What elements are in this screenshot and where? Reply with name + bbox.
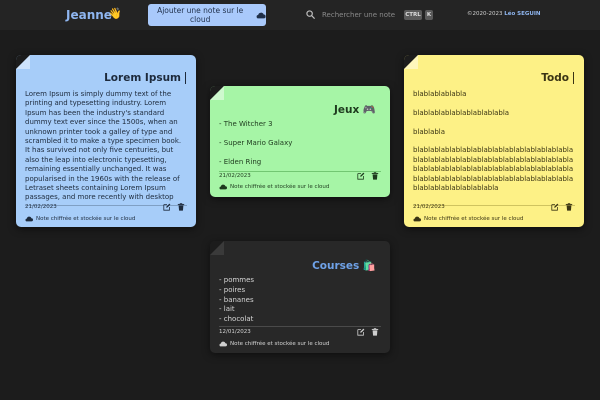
author-link[interactable]: Léo SEGUIN <box>504 11 540 17</box>
note-date: 21/02/2023 <box>25 204 57 210</box>
trash-icon[interactable] <box>565 203 573 211</box>
note-footer: Note chiffrée et stockée sur le cloud <box>25 216 135 222</box>
folded-corner-flap <box>210 86 224 100</box>
cloud-icon <box>219 341 227 347</box>
cloud-status-text: Note chiffrée et stockée sur le cloud <box>230 341 330 347</box>
shortcut-k-key: K <box>425 10 433 20</box>
cloud-icon <box>219 184 227 190</box>
list-item: - pommes <box>219 276 255 284</box>
gamepad-icon: 🎮 <box>362 104 376 116</box>
edit-icon[interactable] <box>163 203 171 211</box>
search-input[interactable] <box>322 9 400 21</box>
note-footer: Note chiffrée et stockée sur le cloud <box>219 184 329 190</box>
note-title-text: Courses <box>312 260 360 272</box>
list-item: - Elden Ring <box>219 157 262 166</box>
note-footer: Note chiffrée et stockée sur le cloud <box>219 341 329 347</box>
add-note-label: Ajouter une note sur le cloud <box>157 6 244 24</box>
list-item: - bananes <box>219 295 254 304</box>
search-icon[interactable] <box>306 10 315 19</box>
brand-name[interactable]: Jeanne <box>66 8 112 22</box>
list-item: - The Witcher 3 <box>219 120 273 128</box>
note-card-jeux[interactable]: Jeux 🎮 - The Witcher 3 - Super Mario Gal… <box>210 86 390 197</box>
note-card-todo[interactable]: Todo blablablablabla blablablablablablab… <box>404 55 584 227</box>
note-date: 21/02/2023 <box>219 173 251 179</box>
list-item: - lait <box>219 305 235 314</box>
trash-icon[interactable] <box>371 328 379 336</box>
note-card-lorem-ipsum[interactable]: Lorem Ipsum Lorem Ipsum is simply dummy … <box>16 55 196 227</box>
paragraph: blablablablablablablablabla <box>413 108 510 117</box>
edit-icon[interactable] <box>357 172 365 180</box>
note-content[interactable]: - The Witcher 3 - Super Mario Galaxy - E… <box>219 120 381 166</box>
note-title-text: Jeux <box>333 104 360 116</box>
trash-icon[interactable] <box>371 172 379 180</box>
list-item: - poires <box>219 285 246 294</box>
note-date: 12/01/2023 <box>219 329 251 335</box>
cloud-icon <box>257 12 266 18</box>
note-title[interactable]: Jeux 🎮 <box>334 103 380 116</box>
folded-corner-flap <box>404 55 418 69</box>
trash-icon[interactable] <box>177 203 185 211</box>
cloud-status-text: Note chiffrée et stockée sur le cloud <box>36 216 136 222</box>
copyright: ©2020-2023 Léo SEGUIN <box>467 11 541 17</box>
note-content[interactable]: - pommes - poires - bananes - lait - cho… <box>219 276 381 324</box>
top-bar: Jeanne 👋 Ajouter une note sur le cloud C… <box>0 0 600 30</box>
cloud-icon <box>25 216 33 222</box>
note-divider <box>219 326 381 327</box>
folded-corner-flap <box>210 241 224 255</box>
note-title[interactable]: Todo <box>541 72 574 84</box>
note-card-courses[interactable]: Courses 🛍️ - pommes - poires - bananes -… <box>210 241 390 353</box>
paragraph: blablablablabla <box>413 90 467 98</box>
cloud-status-text: Note chiffrée et stockée sur le cloud <box>424 216 524 222</box>
note-content[interactable]: blablablablabla blablablablablablablabla… <box>413 90 575 203</box>
paragraph: blablablablablablablablablablablablablab… <box>413 146 574 193</box>
note-footer: Note chiffrée et stockée sur le cloud <box>413 216 523 222</box>
note-content[interactable]: Lorem Ipsum is simply dummy text of the … <box>25 90 187 203</box>
list-item: - chocolat <box>219 315 254 324</box>
shopping-bags-icon: 🛍️ <box>362 260 376 272</box>
waving-hand-icon: 👋 <box>108 7 122 20</box>
note-date: 21/02/2023 <box>413 204 445 210</box>
edit-icon[interactable] <box>357 328 365 336</box>
cloud-icon <box>413 216 421 222</box>
list-item: - Super Mario Galaxy <box>219 138 293 147</box>
paragraph: blablabla <box>413 127 446 136</box>
copyright-years: ©2020-2023 <box>467 11 503 17</box>
note-title[interactable]: Lorem Ipsum <box>104 72 186 84</box>
add-cloud-note-button[interactable]: Ajouter une note sur le cloud <box>148 4 266 26</box>
shortcut-ctrl-key: CTRL <box>404 10 422 20</box>
note-title[interactable]: Courses 🛍️ <box>312 259 380 272</box>
folded-corner-flap <box>16 55 30 69</box>
cloud-status-text: Note chiffrée et stockée sur le cloud <box>230 184 330 190</box>
edit-icon[interactable] <box>551 203 559 211</box>
